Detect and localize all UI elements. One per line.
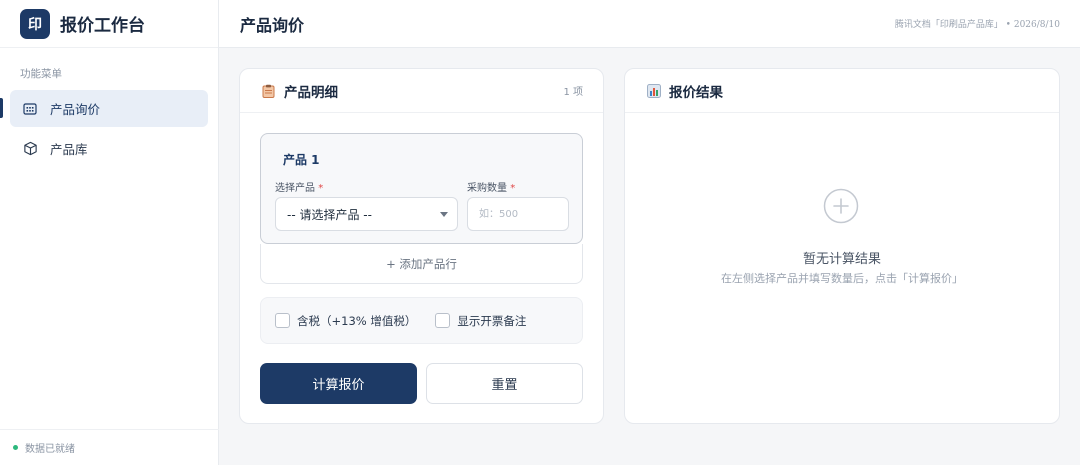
- product-select-value: -- 请选择产品 --: [287, 207, 372, 222]
- invoice-note-checkbox[interactable]: [435, 313, 451, 328]
- sidebar-item-product-library[interactable]: 产品库: [10, 130, 208, 167]
- sidebar-item-label: 产品询价: [50, 102, 101, 117]
- product-row: 产品 1 选择产品 * 采购数量 * -- 请选择产品 --: [260, 133, 583, 244]
- page-title: 产品询价: [240, 15, 305, 35]
- grid-icon: [22, 101, 38, 117]
- item-count: 1 项: [563, 87, 583, 98]
- tax-option[interactable]: 含税（+13% 增值税）: [275, 313, 416, 329]
- add-product-row-button[interactable]: + 添加产品行: [260, 244, 583, 284]
- invoice-note-option[interactable]: 显示开票备注: [435, 313, 526, 329]
- card-title: 产品明细: [262, 81, 338, 101]
- empty-state-title: 暂无计算结果: [802, 252, 881, 267]
- quantity-label: 采购数量 *: [467, 183, 516, 194]
- document-reference[interactable]: 腾讯文档「印刷品产品库」 • 2026/8/10: [895, 17, 1060, 30]
- bar-chart-icon: [647, 83, 661, 98]
- empty-state-hint: 在左侧选择产品并填写数量后，点击「计算报价」: [721, 272, 963, 285]
- reset-button[interactable]: 重置: [426, 363, 583, 404]
- active-indicator: [0, 98, 3, 118]
- quantity-input[interactable]: [467, 197, 569, 231]
- card-title-text: 产品明细: [284, 84, 338, 101]
- app-logo: 印: [20, 8, 50, 39]
- status-text: 数据已就绪: [25, 444, 75, 455]
- plus-circle-icon: [823, 188, 859, 224]
- required-mark: *: [510, 183, 516, 194]
- card-header: 报价结果: [625, 69, 1059, 113]
- product-select[interactable]: -- 请选择产品 --: [275, 197, 458, 231]
- card-title: 报价结果: [647, 81, 723, 101]
- clipboard-icon: [262, 84, 276, 98]
- sidebar: 印 报价工作台 功能菜单 产品询价 产品库 数据已就绪: [0, 0, 219, 465]
- app-title: 报价工作台: [60, 16, 145, 36]
- card-title-text: 报价结果: [669, 84, 723, 101]
- invoice-note-label: 显示开票备注: [457, 313, 527, 328]
- options-panel: 含税（+13% 增值税） 显示开票备注: [260, 297, 583, 344]
- topbar: 产品询价 腾讯文档「印刷品产品库」 • 2026/8/10: [219, 0, 1080, 48]
- brand: 印 报价工作台: [0, 0, 218, 48]
- tax-checkbox[interactable]: [275, 313, 290, 328]
- product-details-card: 产品明细 1 项 产品 1 选择产品 * 采购数量 * -- 请选择产品 -- …: [239, 68, 604, 424]
- product-name: 产品 1: [283, 153, 320, 167]
- status-dot-icon: [13, 445, 18, 450]
- caret-down-icon: [440, 212, 448, 217]
- sidebar-item-label: 产品库: [50, 142, 88, 157]
- menu-heading: 功能菜单: [20, 68, 62, 80]
- quote-result-card: 报价结果 暂无计算结果 在左侧选择产品并填写数量后，点击「计算报价」: [624, 68, 1060, 424]
- select-product-label: 选择产品 *: [275, 183, 324, 194]
- sidebar-footer: 数据已就绪: [0, 429, 219, 465]
- card-header: 产品明细 1 项: [240, 69, 603, 113]
- calculate-quote-button[interactable]: 计算报价: [260, 363, 417, 404]
- tax-option-label: 含税（+13% 增值税）: [297, 313, 417, 328]
- sidebar-item-product-inquiry[interactable]: 产品询价: [10, 90, 208, 127]
- cube-icon: [22, 141, 38, 157]
- required-mark: *: [318, 183, 324, 194]
